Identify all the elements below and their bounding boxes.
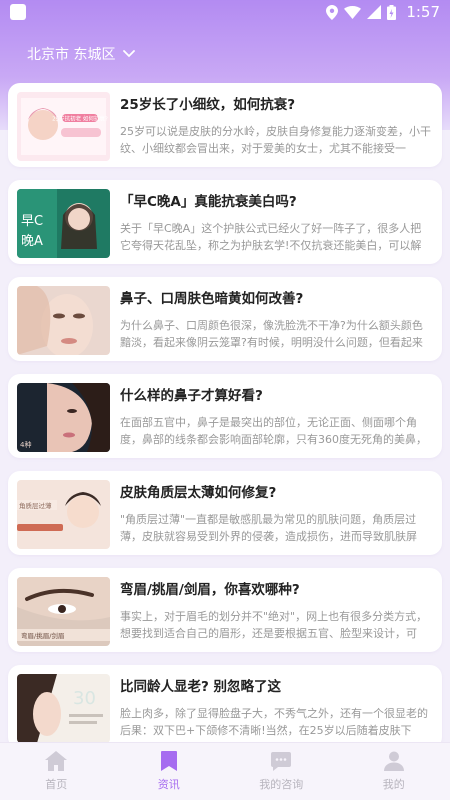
article-card[interactable]: 鼻子、口周肤色暗黄如何改善? 为什么鼻子、口周颜色很深，像洗脸洗不干净?为什么额… <box>8 277 442 361</box>
user-icon <box>383 751 404 771</box>
article-thumbnail: 弯眉/挑眉/剑眉 <box>17 577 110 646</box>
chevron-down-icon <box>123 50 136 58</box>
thumbnail-caption: 弯眉/挑眉/剑眉 <box>21 631 64 640</box>
article-desc: 为什么鼻子、口周颜色很深，像洗脸洗不干净?为什么额头颜色黯淡，看起来像阴云笼罩?… <box>120 319 423 349</box>
article-desc: 在面部五官中，鼻子是最突出的部位，无论正面、侧面哪个角度，鼻部的线条都会影响面部… <box>120 416 427 446</box>
article-card[interactable]: 早C 晚A 「早C晚A」真能抗衰美白吗? 关于「早C晚A」这个护肤公式已经火了好… <box>8 180 442 264</box>
article-title: 「早C晚A」真能抗衰美白吗? <box>120 194 297 210</box>
tab-profile[interactable]: 我的 <box>338 743 450 800</box>
battery-icon <box>387 4 397 20</box>
thumbnail-caption: 25岁抗初老 如何抗衰? <box>52 115 108 123</box>
svg-text:早C: 早C <box>21 214 43 229</box>
article-title: 比同龄人显老? 别忽略了这 <box>120 679 282 695</box>
tab-label: 我的咨询 <box>259 777 304 791</box>
article-list: 25岁抗初老 如何抗衰? 25岁长了小细纹，如何抗衰? 25岁可以说是皮肤的分水… <box>8 83 442 762</box>
article-thumbnail: 30 <box>17 674 110 743</box>
article-thumbnail: 角质层过薄 <box>17 480 110 549</box>
svg-text:4种: 4种 <box>20 440 31 449</box>
article-desc: 关于「早C晚A」这个护肤公式已经火了好一阵子了，很多人把它夸得天花乱坠，称之为护… <box>120 222 422 252</box>
chat-icon <box>271 751 292 771</box>
article-desc: "角质层过薄"一直都是敏感肌最为常见的肌肤问题，角质层过薄，皮肤就容易受到外界的… <box>120 513 417 543</box>
tab-label: 首页 <box>45 778 68 791</box>
svg-text:30: 30 <box>73 688 96 709</box>
notification-icon <box>10 4 26 20</box>
location-label: 北京市 东城区 <box>27 47 116 63</box>
signal-icon <box>367 5 382 19</box>
article-desc: 事实上，对于眉毛的划分并不"绝对"，网上也有很多分类方式，想要找到适合自己的眉形… <box>120 610 428 640</box>
article-card[interactable]: 25岁抗初老 如何抗衰? 25岁长了小细纹，如何抗衰? 25岁可以说是皮肤的分水… <box>8 83 442 167</box>
article-card[interactable]: 弯眉/挑眉/剑眉 弯眉/挑眉/剑眉，你喜欢哪种? 事实上，对于眉毛的划分并不"绝… <box>8 568 442 652</box>
article-thumbnail <box>17 286 110 355</box>
thumbnail-caption: 角质层过薄 <box>19 501 52 510</box>
tab-home[interactable]: 首页 <box>0 743 113 800</box>
article-title: 弯眉/挑眉/剑眉，你喜欢哪种? <box>120 582 300 598</box>
article-card[interactable]: 4种 什么样的鼻子才算好看? 在面部五官中，鼻子是最突出的部位，无论正面、侧面哪… <box>8 374 442 458</box>
location-icon <box>326 4 339 20</box>
tab-label: 我的 <box>382 778 405 791</box>
article-desc: 25岁可以说是皮肤的分水岭，皮肤自身修复能力逐渐变差，小干纹、小细纹都会冒出来，… <box>120 125 431 155</box>
article-desc: 脸上肉多，除了显得脸盘子大，不秀气之外，还有一个很显老的后果：双下巴+下颌修不清… <box>120 707 428 737</box>
location-selector[interactable]: 北京市 东城区 <box>27 44 136 64</box>
svg-text:晚A: 晚A <box>21 234 43 249</box>
bottom-tab-bar: 首页 资讯 我的咨询 我的 <box>0 742 450 800</box>
article-thumbnail: 4种 <box>17 383 110 452</box>
article-title: 鼻子、口周肤色暗黄如何改善? <box>120 291 304 307</box>
tab-consultations[interactable]: 我的咨询 <box>225 743 338 800</box>
tab-label: 资讯 <box>157 778 180 791</box>
article-thumbnail: 早C 晚A <box>17 189 110 258</box>
home-icon <box>45 751 68 771</box>
status-bar: 1:57 <box>0 0 450 24</box>
article-title: 皮肤角质层太薄如何修复? <box>120 485 277 501</box>
status-time: 1:57 <box>406 3 440 21</box>
article-title: 什么样的鼻子才算好看? <box>120 388 263 404</box>
wifi-icon <box>344 5 362 19</box>
tab-news[interactable]: 资讯 <box>113 743 226 800</box>
article-card[interactable]: 角质层过薄 皮肤角质层太薄如何修复? "角质层过薄"一直都是敏感肌最为常见的肌肤… <box>8 471 442 555</box>
bookmark-icon <box>160 751 177 771</box>
article-card[interactable]: 30 比同龄人显老? 别忽略了这 脸上肉多，除了显得脸盘子大，不秀气之外，还有一… <box>8 665 442 749</box>
article-title: 25岁长了小细纹，如何抗衰? <box>120 97 296 113</box>
article-thumbnail: 25岁抗初老 如何抗衰? <box>17 92 110 161</box>
